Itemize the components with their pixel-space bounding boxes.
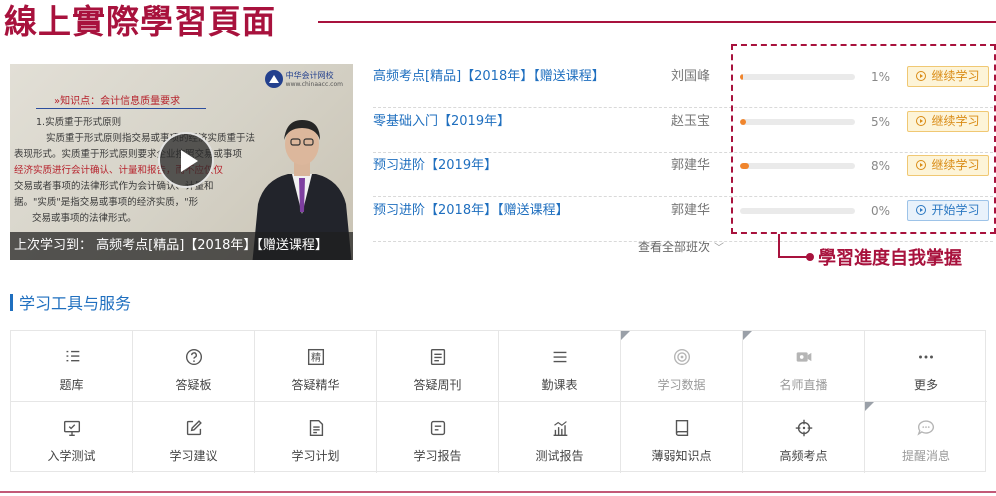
course-teacher: 郭建华: [671, 158, 711, 173]
tool-label: 名师直播: [779, 378, 828, 392]
tool-label: 勤课表: [541, 378, 578, 392]
tool-item-8[interactable]: 更多: [865, 331, 987, 402]
book-icon: [675, 419, 688, 437]
logo-name: 中华会计网校: [285, 71, 334, 80]
lines-icon: [553, 351, 566, 363]
target-icon: [673, 348, 690, 366]
jing-icon: 精: [307, 348, 324, 366]
logo-icon: [264, 70, 283, 88]
tool-item-10[interactable]: 学习建议: [133, 402, 255, 473]
tool-label: 更多: [913, 378, 938, 392]
tool-item-14[interactable]: 薄弱知识点: [621, 402, 743, 473]
question-circle-icon: [185, 348, 202, 366]
report-icon: [430, 420, 445, 436]
tool-label: 入学测试: [47, 449, 96, 463]
last-studied-caption[interactable]: 上次学习到： 高频考点[精品]【2018年】【赠送课程】: [10, 232, 353, 260]
more-dots-icon: [919, 355, 933, 359]
view-all-classes-link[interactable]: 查看全部班次 ﹀: [638, 238, 724, 255]
course-name[interactable]: 高频考点[精品]【2018年】【赠送课程】: [373, 64, 605, 90]
tool-label: 学习建议: [169, 449, 218, 463]
tool-label: 答疑精华: [291, 378, 340, 392]
tool-label: 学习报告: [413, 449, 462, 463]
logo-url: www.chinaacc.com: [285, 81, 343, 88]
slide-line: 1.实质重于形式原则: [36, 117, 122, 128]
tool-item-1[interactable]: 题库: [11, 331, 133, 402]
tool-item-9[interactable]: 入学测试: [11, 402, 133, 473]
slide-line: 实质重于形式原则指交易或事项的经济实质重于法: [46, 133, 256, 144]
corner-flag-icon: [865, 402, 874, 411]
title-divider: [318, 21, 996, 23]
play-icon[interactable]: [158, 132, 214, 188]
progress-highlight-box: [731, 44, 996, 234]
tool-label: 薄弱知识点: [651, 449, 712, 463]
tool-label: 学习数据: [657, 378, 706, 392]
course-teacher: 刘国峰: [671, 69, 711, 84]
course-name[interactable]: 预习进阶【2018年】【赠送课程】: [373, 198, 569, 224]
tool-label: 题库: [59, 378, 84, 392]
video-player[interactable]: 中华会计网校 www.chinaacc.com »知识点：会计信息质量要求 1.…: [10, 64, 353, 260]
video-camera-icon: [796, 352, 811, 362]
video-logo: 中华会计网校 www.chinaacc.com: [264, 70, 343, 88]
tool-item-5[interactable]: 勤课表: [499, 331, 621, 402]
monitor-icon: [63, 420, 80, 437]
slide-line: 据。"实质"是指交易或事项的经济实质，"形: [14, 197, 199, 208]
tool-label: 高频考点: [779, 449, 828, 463]
annotation-connector: [778, 234, 780, 258]
tool-item-16[interactable]: 提醒消息: [865, 402, 987, 473]
tool-label: 答疑板: [175, 378, 212, 392]
annotation-dot: [806, 253, 814, 261]
knowledge-point: »知识点：会计信息质量要求: [54, 96, 181, 107]
corner-flag-icon: [621, 331, 630, 340]
corner-flag-icon: [743, 331, 752, 340]
tool-label: 测试报告: [535, 449, 584, 463]
edit-icon: [186, 420, 202, 436]
tools-section-title: 学习工具与服务: [10, 290, 131, 314]
slide-line: 交易或事项的法律形式。: [32, 213, 137, 224]
tool-item-2[interactable]: 答疑板: [133, 331, 255, 402]
chat-bubble-icon: [917, 420, 934, 436]
crosshair-icon: [795, 419, 812, 437]
file-text-icon: [309, 419, 323, 437]
list-icon: [66, 350, 79, 362]
section-marker: [10, 293, 13, 311]
tool-label: 答疑周刊: [413, 378, 462, 392]
document-icon: [430, 348, 445, 366]
tool-item-3[interactable]: 精答疑精华: [255, 331, 377, 402]
tool-label: 提醒消息: [901, 449, 950, 463]
tool-item-4[interactable]: 答疑周刊: [377, 331, 499, 402]
tool-item-12[interactable]: 学习报告: [377, 402, 499, 473]
tool-label: 学习计划: [291, 449, 340, 463]
course-teacher: 赵玉宝: [671, 114, 711, 129]
chevron-down-icon: ﹀: [714, 243, 725, 254]
tools-grid: 题库 答疑板精答疑精华 答疑周刊 勤课表 学习数据 名师直播 更多 入学测试 学习建议 学习计划学…: [10, 330, 987, 473]
page-title: 線上實際學習頁面: [4, 2, 276, 41]
bar-chart-icon: [553, 421, 567, 437]
course-name[interactable]: 零基础入门【2019年】: [373, 109, 510, 135]
bottom-divider: [0, 491, 996, 493]
svg-text:精: 精: [310, 351, 320, 364]
tool-item-15[interactable]: 高频考点: [743, 402, 865, 473]
tool-item-7[interactable]: 名师直播: [743, 331, 865, 402]
course-name[interactable]: 预习进阶【2019年】: [373, 153, 497, 179]
annotation-label: 學習進度自我掌握: [818, 248, 962, 269]
course-teacher: 郭建华: [671, 203, 711, 218]
tool-item-11[interactable]: 学习计划: [255, 402, 377, 473]
tool-item-13[interactable]: 测试报告: [499, 402, 621, 473]
tool-item-6[interactable]: 学习数据: [621, 331, 743, 402]
knowledge-underline: [36, 108, 206, 109]
